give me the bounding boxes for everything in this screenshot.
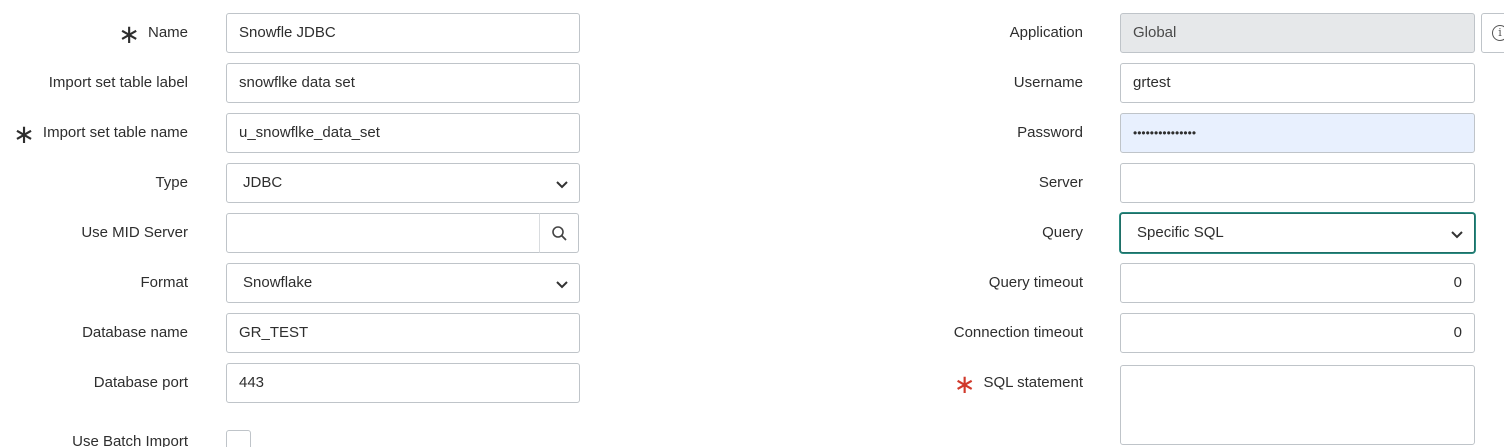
query-timeout-input[interactable]: 0 bbox=[1120, 263, 1475, 303]
query-select[interactable]: Specific SQL bbox=[1120, 213, 1475, 253]
database-name-input[interactable]: GR_TEST bbox=[226, 313, 580, 353]
username-input[interactable]: grtest bbox=[1120, 63, 1475, 103]
type-select[interactable]: JDBC bbox=[226, 163, 580, 203]
database-name-label: Database name bbox=[82, 324, 188, 341]
sql-statement-label-text: SQL statement bbox=[983, 374, 1084, 391]
import-set-table-label-label: Import set table label bbox=[48, 74, 188, 91]
server-label: Server bbox=[1038, 174, 1083, 191]
mid-server-lookup-button[interactable] bbox=[539, 213, 579, 253]
password-label: Password bbox=[1017, 124, 1083, 141]
import-set-table-name-label-text: Import set table name bbox=[42, 124, 188, 141]
database-port-input[interactable]: 443 bbox=[226, 363, 580, 403]
import-set-table-name-label: ∗ Import set table name bbox=[13, 119, 188, 149]
query-timeout-label: Query timeout bbox=[988, 274, 1083, 291]
sql-statement-label: ∗ SQL statement bbox=[953, 369, 1084, 399]
chevron-down-icon bbox=[1451, 231, 1463, 239]
mid-server-input[interactable] bbox=[226, 213, 541, 253]
use-batch-import-checkbox[interactable] bbox=[226, 430, 251, 447]
asterisk-icon: ∗ bbox=[118, 19, 140, 49]
use-mid-server-label: Use MID Server bbox=[81, 224, 188, 241]
info-icon: i bbox=[1492, 25, 1504, 41]
type-label: Type bbox=[155, 174, 188, 191]
form-page: ∗ Name Snowfle JDBC Import set table labe… bbox=[0, 0, 1504, 447]
password-input[interactable]: ••••••••••••••• bbox=[1120, 113, 1475, 153]
connection-timeout-input[interactable]: 0 bbox=[1120, 313, 1475, 353]
application-field: Global bbox=[1120, 13, 1475, 53]
server-input[interactable] bbox=[1120, 163, 1475, 203]
application-label: Application bbox=[1009, 24, 1083, 41]
query-label: Query bbox=[1042, 224, 1083, 241]
format-select[interactable]: Snowflake bbox=[226, 263, 580, 303]
asterisk-icon: ∗ bbox=[13, 119, 35, 149]
asterisk-icon: ∗ bbox=[953, 369, 976, 399]
connection-timeout-label: Connection timeout bbox=[953, 324, 1083, 341]
import-set-table-name-input[interactable]: u_snowflke_data_set bbox=[226, 113, 580, 153]
format-label: Format bbox=[140, 274, 188, 291]
name-input[interactable]: Snowfle JDBC bbox=[226, 13, 580, 53]
import-set-table-label-input[interactable]: snowflke data set bbox=[226, 63, 580, 103]
database-port-label: Database port bbox=[93, 374, 188, 391]
name-label-text: Name bbox=[147, 24, 188, 41]
application-info-button[interactable]: i bbox=[1481, 13, 1504, 53]
chevron-down-icon bbox=[556, 181, 568, 189]
sql-statement-textarea[interactable] bbox=[1120, 365, 1475, 445]
type-select-value: JDBC bbox=[243, 174, 283, 191]
query-select-value: Specific SQL bbox=[1137, 224, 1224, 241]
format-select-value: Snowflake bbox=[243, 274, 313, 291]
search-icon bbox=[552, 226, 567, 241]
name-label: ∗ Name bbox=[118, 19, 188, 49]
chevron-down-icon bbox=[556, 281, 568, 289]
username-label: Username bbox=[1013, 74, 1083, 91]
use-batch-import-label: Use Batch Import bbox=[72, 433, 188, 447]
